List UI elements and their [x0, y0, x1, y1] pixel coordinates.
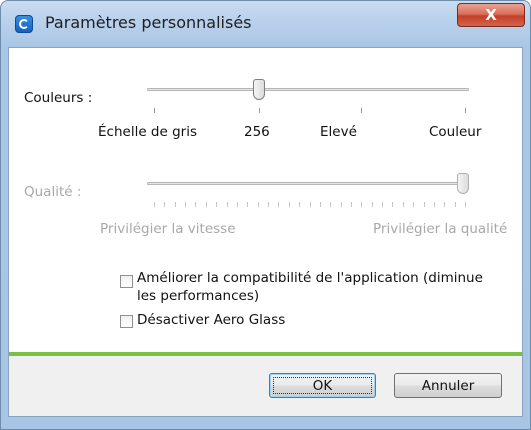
disable-aero-glass-label[interactable]: Désactiver Aero Glass: [137, 312, 285, 329]
quality-tick: [216, 202, 218, 207]
dialog-window: Paramètres personnalisés X Couleurs : Éc…: [0, 0, 531, 430]
quality-tick: [174, 202, 176, 207]
quality-tick: [340, 202, 342, 207]
compatibility-label-line1[interactable]: Améliorer la compatibilité de l'applicat…: [137, 270, 483, 287]
quality-tick: [371, 202, 373, 207]
window-title: Paramètres personnalisés: [45, 13, 252, 32]
colors-tick: [154, 108, 155, 113]
button-bar: OK Annuler: [9, 352, 522, 416]
colors-slider-thumb[interactable]: [253, 79, 265, 100]
title-bar[interactable]: Paramètres personnalisés X: [1, 1, 530, 47]
colors-tick: [361, 108, 362, 113]
quality-tick: [257, 202, 259, 207]
quality-tick: [236, 202, 238, 207]
colors-tick-label-grayscale: Échelle de gris: [98, 124, 197, 140]
quality-tick: [299, 202, 301, 207]
quality-tick: [205, 202, 207, 207]
quality-tick: [185, 202, 187, 207]
ok-button[interactable]: OK: [269, 373, 376, 398]
quality-min-label: Privilégier la vitesse: [100, 221, 236, 237]
quality-tick: [413, 202, 415, 207]
close-button[interactable]: X: [457, 3, 525, 27]
compatibility-label-line2[interactable]: les performances): [137, 288, 259, 305]
quality-tick: [423, 202, 425, 207]
quality-tick: [454, 202, 456, 207]
quality-max-label: Privilégier la qualité: [373, 221, 508, 237]
colors-tick: [465, 108, 466, 113]
quality-slider-thumb[interactable]: [457, 173, 469, 194]
quality-tick: [247, 202, 249, 207]
quality-tick: [402, 202, 404, 207]
colors-tick-label-256: 256: [244, 124, 270, 140]
dialog-content: Couleurs : Échelle de gris 256 Elevé Cou…: [8, 47, 523, 417]
colors-label: Couleurs :: [24, 90, 93, 106]
quality-slider-track[interactable]: [147, 182, 469, 185]
quality-tick: [288, 202, 290, 207]
quality-tick: [226, 202, 228, 207]
quality-tick: [278, 202, 280, 207]
quality-tick: [444, 202, 446, 207]
teamviewer-app-icon: [15, 15, 33, 33]
quality-tick: [382, 202, 384, 207]
quality-tick: [268, 202, 270, 207]
quality-tick: [330, 202, 332, 207]
compatibility-checkbox[interactable]: [120, 275, 133, 288]
colors-tick-label-color: Couleur: [429, 124, 482, 140]
quality-label: Qualité :: [24, 184, 82, 200]
quality-tick: [154, 202, 155, 207]
quality-tick: [392, 202, 394, 207]
quality-tick: [465, 202, 466, 207]
ok-button-label: OK: [312, 377, 333, 394]
quality-tick: [319, 202, 321, 207]
cancel-button-label: Annuler: [421, 377, 475, 394]
quality-tick: [195, 202, 197, 207]
quality-tick: [350, 202, 352, 207]
quality-tick: [309, 202, 311, 207]
quality-tick: [164, 202, 166, 207]
colors-tick: [259, 108, 260, 113]
quality-tick: [433, 202, 435, 207]
quality-tick: [361, 202, 363, 207]
colors-slider-track[interactable]: [147, 88, 469, 91]
cancel-button[interactable]: Annuler: [394, 373, 502, 398]
colors-tick-label-high: Elevé: [320, 124, 357, 140]
disable-aero-glass-checkbox[interactable]: [120, 315, 133, 328]
